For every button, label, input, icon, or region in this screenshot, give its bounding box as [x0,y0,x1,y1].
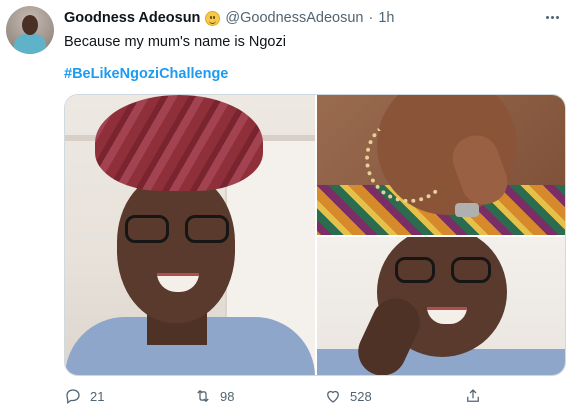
avatar[interactable] [6,6,54,54]
photo-3[interactable] [317,237,565,375]
photo-1-headwrap [95,95,263,191]
reply-count: 21 [90,388,105,404]
like-icon [327,390,339,403]
author-name[interactable]: Goodness Adeosun [64,10,200,26]
more-icon[interactable] [541,8,563,26]
share-button[interactable] [464,387,482,405]
photo-2-necklace [365,115,453,203]
photo-1-glasses [125,215,229,245]
media-grid [64,94,566,376]
author-handle[interactable]: @GoodnessAdeosun [225,10,363,26]
photo-1[interactable] [65,95,315,375]
photo-2-watch [455,203,479,217]
tweet-text: Because my mum's name is Ngozi [64,34,286,50]
retweet-icon [197,389,209,403]
photo-2[interactable] [317,95,565,235]
action-bar: 21 98 528 [64,384,554,408]
share-icon [467,389,479,402]
separator-dot: · [368,10,374,26]
smile-emoji-icon [205,10,221,26]
hashtag-link[interactable]: #BeLikeNgoziChallenge [64,66,228,82]
photo-3-glasses [395,257,491,285]
retweet-count: 98 [220,388,235,404]
avatar-shirt [14,34,46,54]
tweet-header: Goodness Adeosun @GoodnessAdeosun · 1h [64,8,535,28]
timestamp[interactable]: 1h [378,10,394,26]
reply-icon [66,389,80,405]
like-count: 528 [350,388,372,404]
like-button[interactable]: 528 [324,387,464,405]
retweet-button[interactable]: 98 [194,387,324,405]
avatar-head [22,15,38,35]
photo-1-face [117,173,235,323]
reply-button[interactable]: 21 [64,387,194,405]
